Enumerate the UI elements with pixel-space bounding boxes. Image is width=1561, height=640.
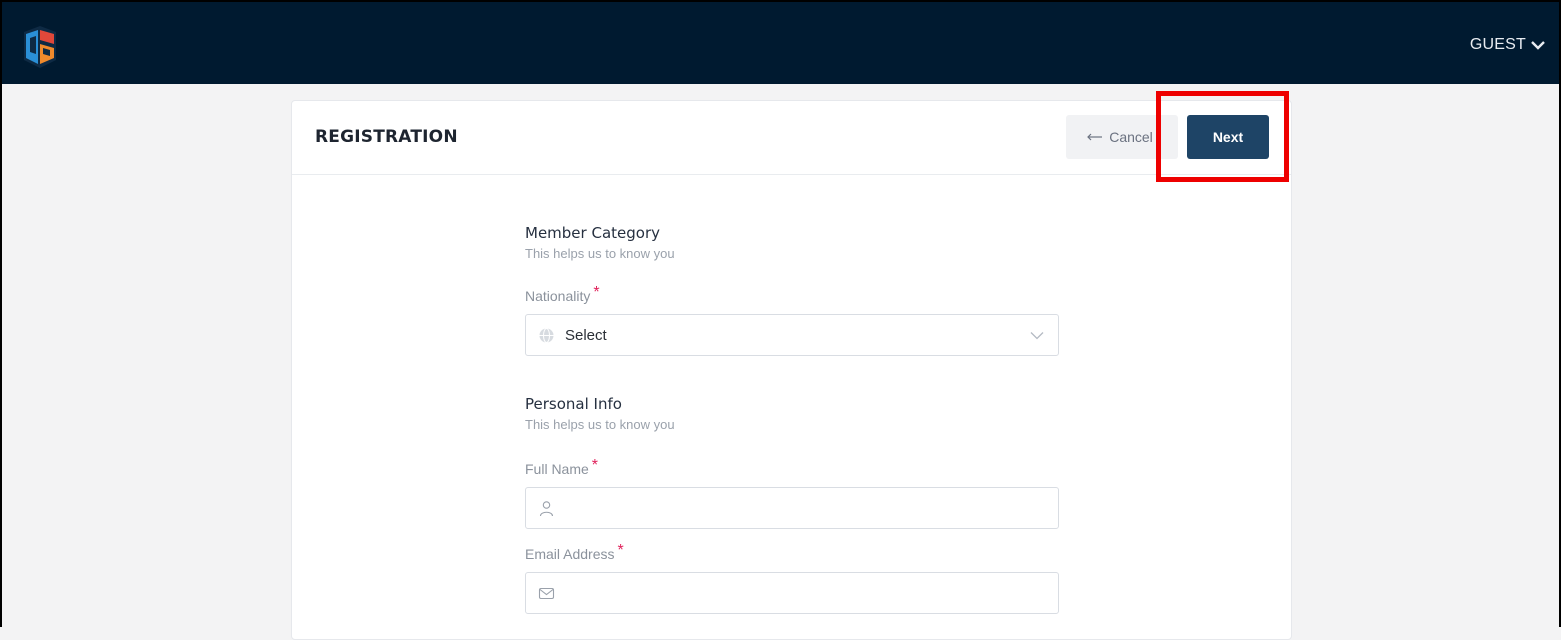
full-name-input[interactable]: [525, 487, 1059, 529]
chevron-down-icon: [1030, 332, 1044, 340]
required-marker: *: [617, 542, 624, 559]
nationality-label-text: Nationality: [525, 288, 591, 304]
app-logo[interactable]: [20, 24, 60, 72]
nationality-label: Nationality *: [525, 284, 1059, 306]
user-menu-label: GUEST: [1469, 36, 1526, 53]
arrow-left-icon: [1087, 133, 1103, 141]
globe-icon: [539, 328, 554, 343]
nationality-select[interactable]: Select: [525, 314, 1059, 356]
mail-icon: [538, 587, 555, 600]
required-marker: *: [591, 457, 599, 474]
personal-info-subtitle: This helps us to know you: [525, 417, 675, 432]
guest-user-menu[interactable]: GUEST: [1470, 36, 1545, 54]
card-header: REGISTRATION Cancel Next: [292, 101, 1291, 175]
email-field: Email Address *: [525, 542, 1059, 614]
member-category-section: Member Category This helps us to know yo…: [525, 224, 675, 261]
member-category-subtitle: This helps us to know you: [525, 246, 675, 261]
top-navigation-bar: GUEST: [2, 0, 1559, 84]
cancel-button[interactable]: Cancel: [1066, 115, 1178, 159]
registration-card: REGISTRATION Cancel Next Member Category…: [291, 100, 1292, 640]
nationality-selected-value: Select: [565, 327, 607, 344]
personal-info-title: Personal Info: [525, 395, 622, 413]
email-label: Email Address *: [525, 542, 1059, 564]
full-name-label: Full Name *: [525, 457, 1059, 479]
full-name-field: Full Name *: [525, 457, 1059, 529]
chevron-down-icon: [1531, 41, 1545, 50]
page-title: REGISTRATION: [315, 127, 458, 147]
nationality-field: Nationality * Select: [525, 284, 1059, 356]
personal-info-section: Personal Info This helps us to know you: [525, 395, 675, 432]
email-input[interactable]: [525, 572, 1059, 614]
member-category-title: Member Category: [525, 224, 660, 242]
required-marker: *: [593, 284, 600, 301]
cancel-button-label: Cancel: [1109, 129, 1153, 145]
next-button[interactable]: Next: [1187, 115, 1269, 159]
full-name-label-text: Full Name: [525, 461, 589, 477]
email-label-text: Email Address: [525, 546, 615, 562]
user-icon: [539, 501, 554, 517]
